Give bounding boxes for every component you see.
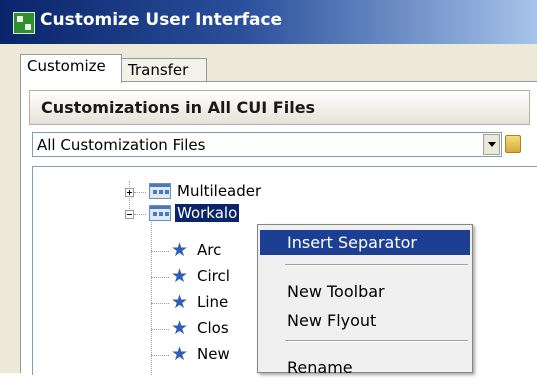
tree-line xyxy=(151,303,169,304)
toolbar-icon xyxy=(149,183,171,199)
menu-item-label: Insert Separator xyxy=(287,233,417,252)
tab-label: Customize xyxy=(27,57,106,75)
customizations-group-header: Customizations in All CUI Files xyxy=(29,90,530,125)
command-star-icon: ★ xyxy=(171,317,189,339)
menu-item-new-toolbar[interactable]: New Toolbar xyxy=(260,279,470,304)
menu-item-label: New Flyout xyxy=(287,311,377,330)
window-title: Customize User Interface xyxy=(40,10,283,30)
tree-line xyxy=(151,277,169,278)
tree-item-multileader[interactable]: Multileader xyxy=(125,181,295,203)
toolbar-icon xyxy=(149,205,171,221)
menu-item-new-flyout[interactable]: New Flyout xyxy=(260,308,470,333)
tab-label: Transfer xyxy=(128,61,189,79)
menu-item-label: Rename xyxy=(287,358,353,377)
context-menu: Insert Separator New Toolbar New Flyout … xyxy=(257,224,473,377)
cui-app-icon xyxy=(13,12,35,34)
tree-item-label: New xyxy=(197,345,230,363)
tree-item-label: Arc xyxy=(197,241,222,259)
tree-line xyxy=(151,355,169,356)
customization-files-dropdown[interactable]: All Customization Files xyxy=(32,132,502,157)
command-star-icon: ★ xyxy=(171,291,189,313)
expand-plus-icon[interactable] xyxy=(125,188,134,197)
title-bar[interactable]: Customize User Interface xyxy=(0,0,537,44)
menu-item-rename[interactable]: Rename xyxy=(260,355,470,380)
command-star-icon: ★ xyxy=(171,239,189,261)
open-file-icon[interactable] xyxy=(505,135,521,153)
tree-line xyxy=(151,251,169,252)
tree-line xyxy=(151,329,169,330)
tree-line xyxy=(151,215,152,375)
command-star-icon: ★ xyxy=(171,343,189,365)
tree-item-label: Line xyxy=(197,293,229,311)
tree-item-label: Multileader xyxy=(177,182,262,200)
menu-item-label: New Toolbar xyxy=(287,282,385,301)
menu-separator xyxy=(285,264,468,266)
tree-item-label: Circl xyxy=(197,267,230,285)
tree-item-workalo[interactable]: Workalo xyxy=(125,203,295,225)
dropdown-arrow-icon[interactable] xyxy=(483,134,500,155)
tree-item-label: Clos xyxy=(197,319,229,337)
menu-item-insert-separator[interactable]: Insert Separator xyxy=(260,230,470,255)
tree-item-label: Workalo xyxy=(175,204,240,222)
menu-separator xyxy=(285,340,468,342)
dropdown-value: All Customization Files xyxy=(37,136,206,154)
command-star-icon: ★ xyxy=(171,265,189,287)
tab-customize[interactable]: Customize xyxy=(20,54,122,83)
collapse-minus-icon[interactable] xyxy=(125,210,134,219)
group-header-label: Customizations in All CUI Files xyxy=(41,98,316,117)
tab-transfer[interactable]: Transfer xyxy=(121,58,207,82)
